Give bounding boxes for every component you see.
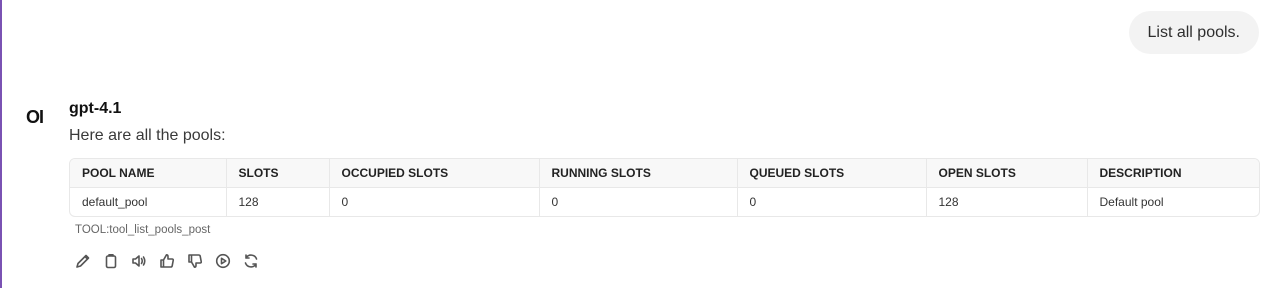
model-name: gpt-4.1 — [69, 100, 122, 117]
table-row: default_pool 128 0 0 0 128 Default pool — [70, 187, 1259, 216]
window-left-border — [0, 0, 2, 288]
column-header-pool-name: POOL NAME — [70, 159, 227, 188]
message-action-bar — [74, 252, 260, 270]
copy-icon[interactable] — [102, 252, 120, 270]
column-header-slots: SLOTS — [226, 159, 330, 188]
assistant-intro-text: Here are all the pools: — [69, 127, 226, 144]
cell-pool-name: default_pool — [70, 187, 227, 216]
thumbs-up-icon[interactable] — [158, 252, 176, 270]
cell-slots: 128 — [226, 187, 330, 216]
model-avatar: OI — [26, 107, 44, 127]
column-header-queued-slots: QUEUED SLOTS — [737, 159, 927, 188]
column-header-occupied-slots: OCCUPIED SLOTS — [329, 159, 540, 188]
speaker-icon[interactable] — [130, 252, 148, 270]
column-header-description: DESCRIPTION — [1087, 159, 1259, 188]
play-icon[interactable] — [214, 252, 232, 270]
cell-running-slots: 0 — [539, 187, 738, 216]
regenerate-icon[interactable] — [242, 252, 260, 270]
tool-call-label[interactable]: TOOL:tool_list_pools_post — [75, 224, 210, 236]
cell-description: Default pool — [1099, 195, 1164, 209]
pools-table: POOL NAME SLOTS OCCUPIED SLOTS RUNNING S… — [69, 158, 1260, 217]
cell-open-slots: 128 — [926, 187, 1088, 216]
cell-queued-slots: 0 — [737, 187, 927, 216]
user-message-bubble: List all pools. — [1128, 11, 1259, 54]
table-header-row: POOL NAME SLOTS OCCUPIED SLOTS RUNNING S… — [70, 159, 1259, 188]
cell-occupied-slots: 0 — [329, 187, 540, 216]
edit-icon[interactable] — [74, 252, 92, 270]
column-header-open-slots: OPEN SLOTS — [926, 159, 1088, 188]
column-header-running-slots: RUNNING SLOTS — [539, 159, 738, 188]
thumbs-down-icon[interactable] — [186, 252, 204, 270]
